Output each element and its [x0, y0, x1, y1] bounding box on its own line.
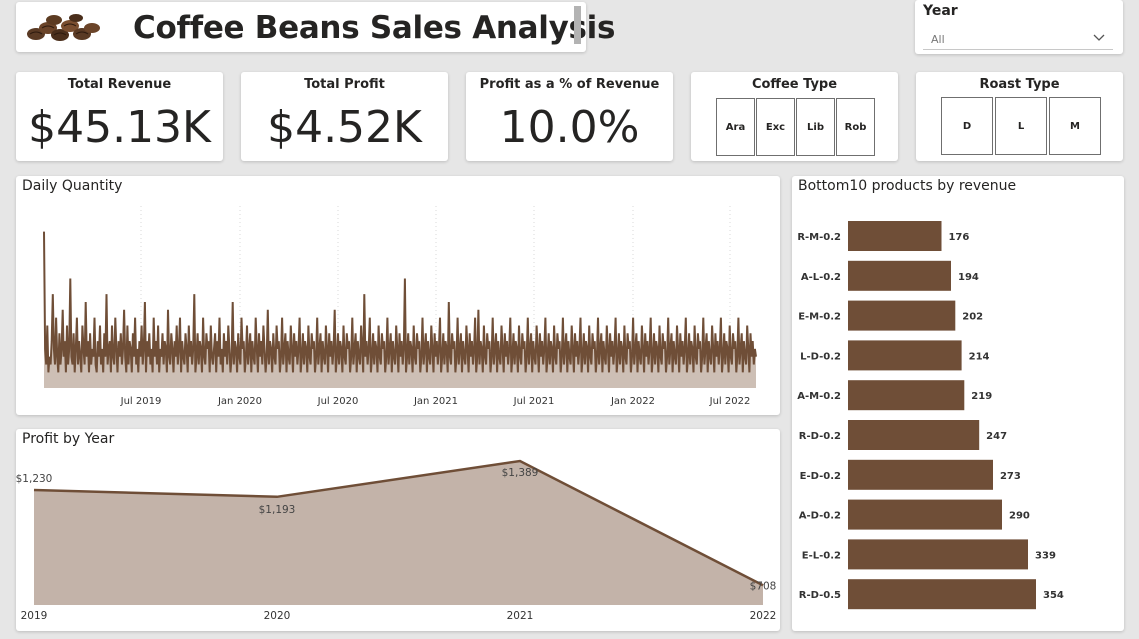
year-slicer-label: Year	[923, 3, 958, 19]
category-label: E-L-0.2	[802, 550, 841, 561]
total-profit-card: Total Profit $4.52K	[241, 72, 448, 161]
value-label: 219	[971, 391, 992, 402]
category-label: R-M-0.2	[797, 232, 841, 243]
value-label: 214	[969, 351, 990, 362]
x-tick-label: Jul 2022	[709, 396, 751, 407]
x-tick-label: Jul 2019	[120, 396, 162, 407]
x-tick-label: 2019	[21, 610, 48, 622]
title-accent-bar	[574, 6, 581, 44]
value-label: 247	[986, 431, 1007, 442]
roast-type-tile-l[interactable]: L	[995, 97, 1047, 155]
daily-quantity-plot: Jul 2019 Jan 2020 Jul 2020 Jan 2021 Jul 2021…	[43, 206, 757, 407]
total-revenue-card: Total Revenue $45.13K	[16, 72, 223, 161]
value-label: 290	[1009, 511, 1030, 522]
x-tick-label: Jul 2021	[513, 396, 555, 407]
category-label: A-D-0.2	[799, 511, 841, 522]
bar	[848, 380, 965, 411]
total-profit-label: Total Profit	[304, 77, 385, 92]
roast-type-tile-d[interactable]: D	[941, 97, 993, 155]
x-tick-label: Jan 2022	[610, 396, 655, 407]
roast-type-slicer: Roast Type D L M	[916, 72, 1123, 161]
x-tick-label: Jan 2021	[413, 396, 458, 407]
daily-quantity-chart: Daily Quantity Jul 2019 Jan 2020 Jul 2020 J…	[16, 176, 780, 415]
bar	[848, 221, 942, 251]
profit-margin-card: Profit as a % of Revenue 10.0%	[466, 72, 673, 161]
profit-area	[34, 461, 763, 605]
category-label: E-M-0.2	[798, 312, 841, 323]
coffee-type-title: Coffee Type	[751, 77, 838, 92]
category-label: R-D-0.5	[799, 590, 841, 601]
coffee-beans-image	[27, 14, 100, 41]
bar	[848, 539, 1028, 570]
total-revenue-label: Total Revenue	[67, 77, 172, 92]
coffee-type-tile-lib[interactable]: Lib	[796, 98, 835, 156]
year-dropdown[interactable]: All	[923, 28, 1113, 50]
total-profit-value: $4.52K	[267, 102, 422, 153]
category-label: R-D-0.2	[799, 431, 841, 442]
value-label: 202	[962, 312, 983, 323]
bottom10-plot: R-M-0.2 176 A-L-0.2 194 E-M-0.2 202 L-D-0.2 214…	[797, 221, 1064, 610]
bar	[848, 459, 993, 490]
roast-type-title: Roast Type	[979, 77, 1060, 92]
bar	[848, 340, 962, 371]
category-label: A-M-0.2	[797, 391, 841, 402]
daily-quantity-line	[43, 231, 757, 373]
profit-by-year-chart: Profit by Year $1,230 2019 $1,193 2020 $1,38…	[16, 429, 780, 631]
roast-type-tile-m[interactable]: M	[1049, 97, 1101, 155]
x-tick-label: Jan 2020	[217, 396, 262, 407]
value-label: 194	[958, 272, 979, 283]
profit-margin-value: 10.0%	[499, 102, 640, 153]
category-label: L-D-0.2	[800, 351, 841, 362]
value-label: 339	[1035, 550, 1056, 561]
profit-by-year-plot: $1,230 2019 $1,193 2020 $1,389 2021 $708 2022	[16, 459, 777, 622]
coffee-type-tile-exc[interactable]: Exc	[756, 98, 795, 156]
year-slicer: Year All	[915, 0, 1123, 54]
x-tick-label: 2022	[750, 610, 777, 622]
profit-data-label: $1,193	[259, 504, 296, 516]
value-label: 273	[1000, 471, 1021, 482]
bar	[848, 300, 956, 331]
category-label: A-L-0.2	[801, 272, 841, 283]
x-tick-label: Jul 2020	[317, 396, 359, 407]
chevron-down-icon[interactable]	[1091, 29, 1107, 45]
coffee-type-tile-ara[interactable]: Ara	[716, 98, 755, 156]
bar	[848, 260, 951, 291]
category-label: E-D-0.2	[800, 471, 841, 482]
bar	[848, 499, 1002, 530]
total-revenue-value: $45.13K	[28, 102, 211, 153]
year-dropdown-value: All	[931, 33, 945, 46]
bottom10-products-chart: Bottom10 products by revenue R-M-0.2 176 A…	[792, 176, 1124, 631]
coffee-type-tile-rob[interactable]: Rob	[836, 98, 875, 156]
profit-data-label: $1,389	[502, 467, 539, 479]
dashboard-title: Coffee Beans Sales Analysis	[133, 10, 616, 46]
x-tick-label: 2021	[507, 610, 534, 622]
value-label: 354	[1043, 590, 1064, 601]
value-label: 176	[948, 232, 969, 243]
profit-data-label: $1,230	[16, 473, 52, 485]
profit-data-label: $708	[750, 580, 777, 592]
x-tick-label: 2020	[264, 610, 291, 622]
title-card: Coffee Beans Sales Analysis	[16, 2, 615, 52]
profit-margin-label: Profit as a % of Revenue	[479, 77, 660, 92]
bar	[848, 579, 1036, 610]
coffee-type-slicer: Coffee Type Ara Exc Lib Rob	[691, 72, 898, 161]
bar	[848, 420, 980, 450]
